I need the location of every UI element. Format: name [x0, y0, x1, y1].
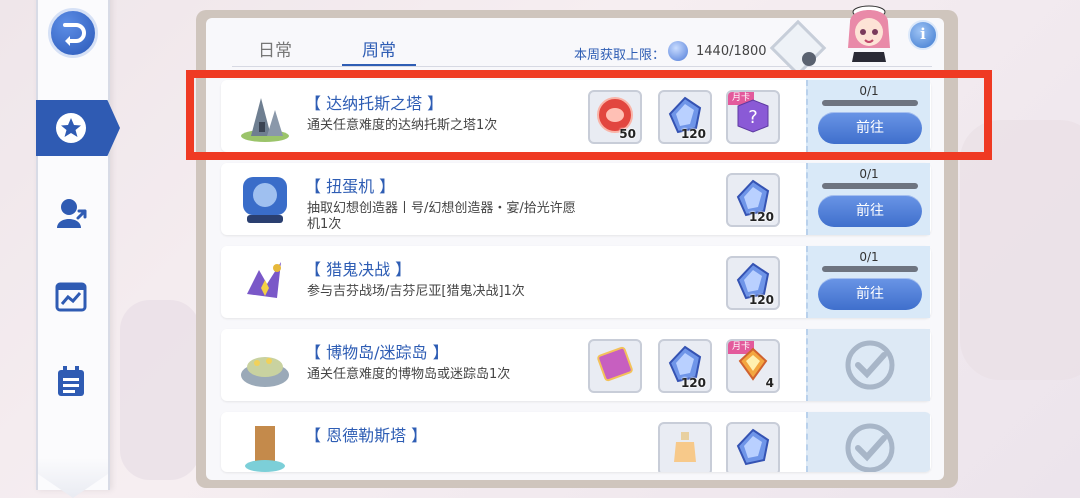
completed-check-icon: [845, 423, 895, 472]
mission-title: 【 恩德勒斯塔 】: [305, 426, 428, 445]
reward-slot[interactable]: 120: [726, 256, 780, 310]
endless-tower-icon: [237, 420, 293, 472]
reward-count: 120: [748, 210, 774, 224]
potion-icon: [674, 432, 696, 462]
progress-text: 0/1: [859, 167, 879, 181]
nav-item-stats[interactable]: [52, 277, 90, 315]
mission-desc: 参与吉芬战场/吉芬尼亚[猎鬼决战]1次: [307, 284, 525, 299]
star-badge-icon: [56, 113, 86, 143]
gacha-machine-icon: [237, 171, 293, 227]
back-button[interactable]: [48, 8, 98, 58]
progress-bar: [822, 183, 918, 189]
crystal-icon: [668, 41, 688, 61]
go-button[interactable]: 前往: [818, 195, 922, 227]
nav-item-missions[interactable]: [36, 100, 120, 156]
go-button[interactable]: 前往: [818, 278, 922, 310]
mission-title: 【 猎鬼决战 】: [305, 260, 412, 279]
progress-text: 0/1: [859, 250, 879, 264]
character-upgrade-icon: [57, 199, 87, 228]
nav-item-character-upgrade[interactable]: [52, 194, 90, 232]
info-button[interactable]: i: [908, 20, 938, 50]
nav-item-calendar[interactable]: [52, 362, 90, 400]
weekly-limit-label: 本周获取上限：: [574, 48, 666, 63]
mission-row: 【 博物岛/迷踪岛 】 通关任意难度的博物岛或迷踪岛1次 120 月卡 4: [221, 329, 931, 401]
mission-action-panel: 0/1 前往: [806, 246, 930, 318]
blue-crystal-icon: [736, 428, 770, 466]
mission-action-panel: [806, 329, 930, 401]
mission-row: 【 恩德勒斯塔 】: [221, 412, 931, 472]
mission-desc: 通关任意难度的博物岛或迷踪岛1次: [307, 367, 511, 382]
reward-slot[interactable]: [658, 422, 712, 472]
tab-daily[interactable]: 日常: [258, 36, 292, 61]
reward-slot[interactable]: 120: [726, 173, 780, 227]
highlight-box: [186, 70, 992, 160]
card-icon: [597, 346, 633, 382]
chart-icon: [55, 282, 87, 312]
reward-count: 4: [765, 376, 774, 390]
reward-slot[interactable]: 120: [658, 339, 712, 393]
ghost-hunt-icon: [237, 254, 293, 310]
mission-row: 【 猎鬼决战 】 参与吉芬战场/吉芬尼亚[猎鬼决战]1次 120 0/1 前往: [221, 246, 931, 318]
mission-desc: 抽取幻想创造器丨号/幻想创造器・宴/拾光许愿机1次: [307, 201, 576, 232]
tab-weekly[interactable]: 周常: [362, 36, 396, 61]
weekly-limit-value: 1440/1800: [696, 44, 767, 59]
play-icon: [802, 52, 816, 66]
calendar-list-icon: [58, 366, 84, 396]
tab-divider: [232, 66, 932, 67]
reward-slot[interactable]: 月卡 4: [726, 339, 780, 393]
progress-bar: [822, 266, 918, 272]
completed-check-icon: [845, 340, 895, 390]
reward-slot[interactable]: [588, 339, 642, 393]
maid-avatar: [840, 0, 898, 62]
reward-count: 120: [748, 293, 774, 307]
island-icon: [237, 337, 293, 393]
reward-slot[interactable]: [726, 422, 780, 472]
nav-rail: [36, 0, 110, 490]
reward-count: 120: [680, 376, 706, 390]
mission-action-panel: 0/1 前往: [806, 163, 930, 235]
back-arrow-icon: [63, 23, 86, 46]
mission-title: 【 博物岛/迷踪岛 】: [305, 343, 449, 362]
mission-row: 【 扭蛋机 】 抽取幻想创造器丨号/幻想创造器・宴/拾光许愿机1次 120 0/…: [221, 163, 931, 235]
mission-title: 【 扭蛋机 】: [305, 177, 396, 196]
mission-action-panel: [806, 412, 930, 472]
